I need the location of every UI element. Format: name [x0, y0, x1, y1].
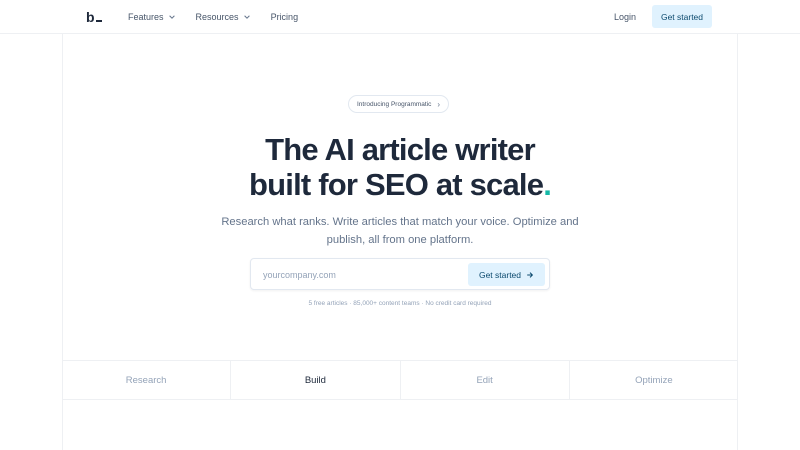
nav-features[interactable]: Features	[128, 12, 176, 22]
logo[interactable]: b	[86, 9, 103, 25]
announcement-pill[interactable]: Introducing Programmatic ›	[348, 95, 450, 113]
form-get-started-button[interactable]: Get started	[468, 263, 545, 286]
announcement-text: Introducing Programmatic	[357, 100, 432, 108]
subtitle-line-2: publish, all from one platform.	[326, 234, 474, 246]
headline-line-1: The AI article writer	[265, 132, 536, 167]
tab-build[interactable]: Build	[230, 361, 399, 399]
chevron-down-icon	[243, 15, 250, 19]
headline-accent-dot: .	[543, 167, 552, 202]
logo-underscore	[96, 20, 103, 22]
signup-form: Get started	[250, 258, 550, 290]
nav-pricing-label: Pricing	[270, 12, 299, 22]
tab-edit[interactable]: Edit	[399, 361, 569, 399]
top-navbar: b Features Resources Pricing Login Get s…	[0, 0, 800, 34]
headline-line-2-text: built for SEO at scale	[248, 167, 544, 202]
get-started-button[interactable]: Get started	[652, 5, 712, 28]
nav-features-label: Features	[128, 12, 164, 22]
subtitle-line-1: Research what ranks. Write articles that…	[221, 216, 579, 228]
logo-letter: b	[86, 9, 96, 25]
chevron-down-icon	[168, 15, 175, 19]
tab-optimize[interactable]: Optimize	[568, 361, 738, 399]
fine-print: 5 free articles · 85,000+ content teams …	[308, 300, 492, 307]
nav-resources[interactable]: Resources	[196, 12, 251, 22]
arrow-right-icon	[527, 271, 534, 278]
tab-research[interactable]: Research	[62, 361, 230, 399]
feature-tabs: Research Build Edit Optimize	[62, 360, 738, 400]
nav-resources-label: Resources	[195, 12, 239, 22]
nav-links: Features Resources Pricing	[128, 12, 298, 22]
nav-pricing[interactable]: Pricing	[271, 12, 299, 22]
domain-input[interactable]	[263, 267, 463, 283]
headline-line-2: built for SEO at scale.	[0, 167, 800, 203]
form-button-label: Get started	[478, 269, 522, 280]
login-link[interactable]: Login	[614, 12, 636, 22]
chevron-right-icon: ›	[437, 99, 441, 109]
